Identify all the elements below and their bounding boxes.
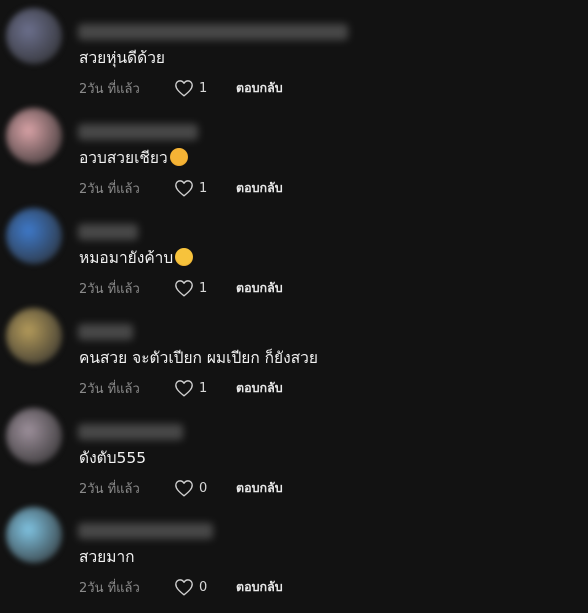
comment-timestamp: 2วัน ที่แล้ว: [79, 81, 140, 97]
heart-outline-icon[interactable]: [174, 179, 194, 197]
comment-text-content: สวยมาก: [79, 548, 135, 566]
heart-outline-icon[interactable]: [174, 279, 194, 297]
comment-meta: 2วัน ที่แล้ว 1 ตอบกลับ: [79, 78, 283, 98]
like-count: 0: [199, 480, 208, 496]
comment-text: สวยมาก: [79, 547, 135, 567]
comment-text: หมอมายังค้าบ: [79, 248, 194, 268]
comment-item: คนสวย จะตัวเปียก ผมเปียก ก็ยังสวย 2วัน ที…: [0, 300, 588, 400]
username-blurred[interactable]: [78, 24, 348, 40]
heart-outline-icon[interactable]: [174, 479, 194, 497]
user-avatar[interactable]: [6, 108, 62, 164]
reply-button[interactable]: ตอบกลับ: [236, 577, 283, 597]
comment-item: หมอมายังค้าบ 2วัน ที่แล้ว 1 ตอบกลับ: [0, 200, 588, 300]
reply-button[interactable]: ตอบกลับ: [236, 378, 283, 398]
like-count: 1: [199, 80, 208, 96]
like-button[interactable]: 1: [174, 379, 209, 397]
user-avatar[interactable]: [6, 507, 62, 563]
like-button[interactable]: 1: [174, 79, 209, 97]
comment-text-content: สวยหุ่นดีด้วย: [79, 49, 165, 67]
comment-timestamp: 2วัน ที่แล้ว: [79, 281, 140, 297]
reply-button[interactable]: ตอบกลับ: [236, 478, 283, 498]
comment-meta: 2วัน ที่แล้ว 0 ตอบกลับ: [79, 478, 283, 498]
comment-meta: 2วัน ที่แล้ว 0 ตอบกลับ: [79, 577, 283, 597]
like-button[interactable]: 1: [174, 179, 209, 197]
comment-item: สวยหุ่นดีด้วย 2วัน ที่แล้ว 1 ตอบกลับ: [0, 0, 588, 100]
like-button[interactable]: 1: [174, 279, 209, 297]
comment-timestamp: 2วัน ที่แล้ว: [79, 181, 140, 197]
heart-outline-icon[interactable]: [174, 578, 194, 596]
comment-timestamp: 2วัน ที่แล้ว: [79, 580, 140, 596]
comment-text: ดังตับ555: [79, 448, 146, 468]
username-blurred[interactable]: [78, 324, 133, 340]
heart-outline-icon[interactable]: [174, 79, 194, 97]
comment-text-content: ดังตับ555: [79, 449, 147, 467]
comment-timestamp: 2วัน ที่แล้ว: [79, 481, 140, 497]
comment-text: อวบสวยเชียว: [79, 148, 188, 168]
like-count: 1: [199, 380, 208, 396]
comment-meta: 2วัน ที่แล้ว 1 ตอบกลับ: [79, 278, 283, 298]
comment-item: สวยมาก 2วัน ที่แล้ว 0 ตอบกลับ: [0, 499, 588, 599]
user-avatar[interactable]: [6, 408, 62, 464]
heart-outline-icon[interactable]: [174, 379, 194, 397]
user-avatar[interactable]: [6, 308, 62, 364]
user-avatar[interactable]: [6, 208, 62, 264]
user-avatar[interactable]: [6, 8, 62, 64]
reply-button[interactable]: ตอบกลับ: [236, 78, 283, 98]
comment-item: อวบสวยเชียว 2วัน ที่แล้ว 1 ตอบกลับ: [0, 100, 588, 200]
smiling-face-with-heart-eyes-icon: [169, 148, 188, 166]
comment-text: สวยหุ่นดีด้วย: [79, 48, 165, 68]
comment-meta: 2วัน ที่แล้ว 1 ตอบกลับ: [79, 178, 283, 198]
comment-text: คนสวย จะตัวเปียก ผมเปียก ก็ยังสวย: [79, 348, 318, 368]
comment-list: สวยหุ่นดีด้วย 2วัน ที่แล้ว 1 ตอบกลับ อวบสวยเ…: [0, 0, 588, 613]
like-count: 1: [199, 180, 208, 196]
comment-text-content: คนสวย จะตัวเปียก ผมเปียก ก็ยังสวย: [79, 349, 318, 367]
like-count: 0: [199, 579, 208, 595]
username-blurred[interactable]: [78, 424, 183, 440]
comment-text-content: อวบสวยเชียว: [79, 149, 168, 167]
comment-text-content: หมอมายังค้าบ: [79, 249, 174, 267]
tears-of-joy-icon: [175, 248, 194, 266]
like-button[interactable]: 0: [174, 578, 209, 596]
username-blurred[interactable]: [78, 523, 213, 539]
comment-meta: 2วัน ที่แล้ว 1 ตอบกลับ: [79, 378, 283, 398]
reply-button[interactable]: ตอบกลับ: [236, 278, 283, 298]
like-button[interactable]: 0: [174, 479, 209, 497]
username-blurred[interactable]: [78, 224, 138, 240]
like-count: 1: [199, 280, 208, 296]
comment-timestamp: 2วัน ที่แล้ว: [79, 381, 140, 397]
reply-button[interactable]: ตอบกลับ: [236, 178, 283, 198]
comment-item: ดังตับ555 2วัน ที่แล้ว 0 ตอบกลับ: [0, 400, 588, 500]
username-blurred[interactable]: [78, 124, 198, 140]
